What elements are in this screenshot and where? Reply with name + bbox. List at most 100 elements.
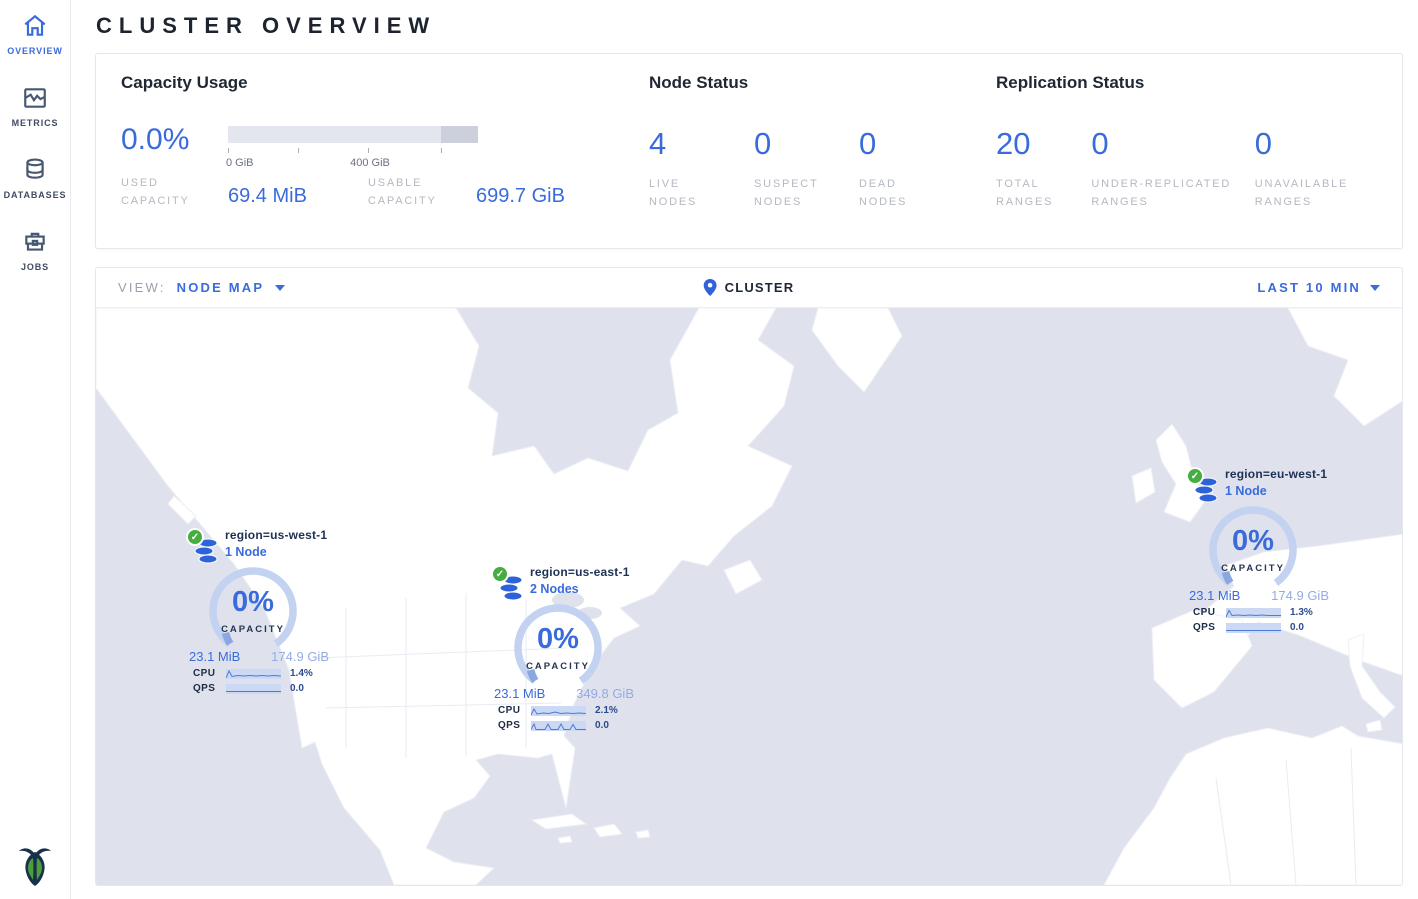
cpu-sparkline [1226,608,1281,618]
sidebar-item-jobs[interactable]: JOBS [21,229,49,272]
node-count-link[interactable]: 1 Node [225,545,336,559]
used-capacity-value: 69.4 MiB [228,185,368,210]
healthy-check-icon: ✓ [186,528,204,546]
node-marker-us-west-1[interactable]: ✓ region=us-west-1 1 Node [184,528,336,694]
cpu-label: CPU [193,668,226,679]
capacity-percent: 0% [203,586,303,619]
node-marker-us-east-1[interactable]: ✓ region=us-east-1 2 Nodes [489,565,641,731]
capacity-bar-reserved-segment [441,126,479,143]
capacity-label: CAPACITY [1203,563,1303,574]
sidebar-item-label: DATABASES [4,190,67,200]
node-count-link[interactable]: 2 Nodes [530,582,641,596]
time-range-selector[interactable]: LAST 10 MIN [1257,280,1380,295]
cpu-label: CPU [1193,607,1226,618]
axis-tick [441,148,442,153]
capacity-gauge: 0% CAPACITY [1203,500,1303,600]
capacity-usage-title: Capacity Usage [121,73,646,93]
healthy-check-icon: ✓ [1186,467,1204,485]
capacity-used-percent: 0.0% [121,123,228,157]
sidebar-item-label: JOBS [21,262,49,272]
replication-status-title: Replication Status [996,73,1396,93]
node-status-title: Node Status [649,73,989,93]
live-nodes-metric: 4 LIVE NODES [649,126,754,211]
unavailable-ranges-value: 0 [1255,126,1396,162]
sidebar-item-label: OVERVIEW [7,46,63,56]
sidebar: OVERVIEW METRICS DATABASES JOBS [0,0,71,899]
usable-capacity-value: 699.7 GiB [476,185,646,210]
sidebar-item-databases[interactable]: DATABASES [4,157,67,200]
used-capacity-label: USED CAPACITY [121,174,213,210]
qps-label: QPS [498,720,531,731]
region-label: region=us-west-1 [225,528,336,542]
under-replicated-value: 0 [1091,126,1254,162]
capacity-bar-track [228,126,478,143]
unavailable-ranges-metric: 0 UNAVAILABLE RANGES [1255,126,1396,211]
cpu-value: 1.4% [290,668,313,679]
jobs-icon [22,229,48,255]
axis-tick-label: 400 GiB [350,157,390,169]
time-range-value: LAST 10 MIN [1257,280,1361,295]
healthy-check-icon: ✓ [491,565,509,583]
region-label: region=us-east-1 [530,565,641,579]
cpu-label: CPU [498,705,531,716]
cpu-sparkline [226,669,281,679]
usable-capacity-label: USABLE CAPACITY [368,174,460,210]
cockroachdb-logo [16,842,54,893]
node-map[interactable]: ✓ region=us-west-1 1 Node [96,308,1402,885]
dead-nodes-label: DEAD NODES [859,175,929,211]
node-map-card: VIEW: NODE MAP CLUSTER LAST 10 MIN [95,267,1403,886]
capacity-percent: 0% [1203,525,1303,558]
sidebar-item-overview[interactable]: OVERVIEW [7,13,63,56]
axis-tick-label: 0 GiB [226,157,254,169]
capacity-gauge: 0% CAPACITY [203,561,303,661]
main-content: CLUSTER OVERVIEW Capacity Usage 0.0% 0 G… [71,0,1418,899]
qps-label: QPS [1193,622,1226,633]
cpu-value: 1.3% [1290,607,1313,618]
replication-status-section: Replication Status 20 TOTAL RANGES 0 UND… [996,73,1396,211]
map-pin-icon [704,279,717,296]
axis-tick [228,148,229,153]
live-nodes-label: LIVE NODES [649,175,719,211]
sidebar-item-metrics[interactable]: METRICS [12,85,59,128]
qps-value: 0.0 [595,720,609,731]
page-title: CLUSTER OVERVIEW [95,0,1403,53]
capacity-label: CAPACITY [203,624,303,635]
unavailable-ranges-label: UNAVAILABLE RANGES [1255,175,1396,211]
dead-nodes-metric: 0 DEAD NODES [859,126,964,211]
capacity-bar-chart: 0 GiB 400 GiB [228,126,478,157]
qps-value: 0.0 [1290,622,1304,633]
chevron-down-icon [1370,285,1380,291]
capacity-gauge: 0% CAPACITY [508,598,608,698]
cluster-summary-card: Capacity Usage 0.0% 0 GiB 400 GiB USED C… [95,53,1403,249]
suspect-nodes-value: 0 [754,126,859,162]
axis-tick [368,148,369,153]
under-replicated-label: UNDER-REPLICATED RANGES [1091,175,1251,211]
metrics-icon [22,85,48,111]
qps-value: 0.0 [290,683,304,694]
view-selector[interactable]: VIEW: NODE MAP [118,280,285,295]
suspect-nodes-label: SUSPECT NODES [754,175,824,211]
view-label: VIEW: [118,280,166,295]
capacity-percent: 0% [508,623,608,656]
capacity-usage-section: Capacity Usage 0.0% 0 GiB 400 GiB USED C… [121,73,646,210]
node-status-section: Node Status 4 LIVE NODES 0 SUSPECT NODES… [649,73,989,211]
suspect-nodes-metric: 0 SUSPECT NODES [754,126,859,211]
chevron-down-icon [275,285,285,291]
breadcrumb: CLUSTER [704,279,795,296]
breadcrumb-cluster[interactable]: CLUSTER [725,280,795,295]
qps-sparkline [531,721,586,731]
map-toolbar: VIEW: NODE MAP CLUSTER LAST 10 MIN [96,268,1402,308]
sidebar-item-label: METRICS [12,118,59,128]
qps-sparkline [226,684,281,694]
home-icon [22,13,48,39]
capacity-label: CAPACITY [508,661,608,672]
total-ranges-label: TOTAL RANGES [996,175,1091,211]
node-marker-eu-west-1[interactable]: ✓ region=eu-west-1 1 Node [1184,467,1336,633]
node-count-link[interactable]: 1 Node [1225,484,1336,498]
live-nodes-value: 4 [649,126,754,162]
total-ranges-value: 20 [996,126,1091,162]
view-value: NODE MAP [177,280,265,295]
qps-sparkline [1226,623,1281,633]
qps-label: QPS [193,683,226,694]
cpu-value: 2.1% [595,705,618,716]
